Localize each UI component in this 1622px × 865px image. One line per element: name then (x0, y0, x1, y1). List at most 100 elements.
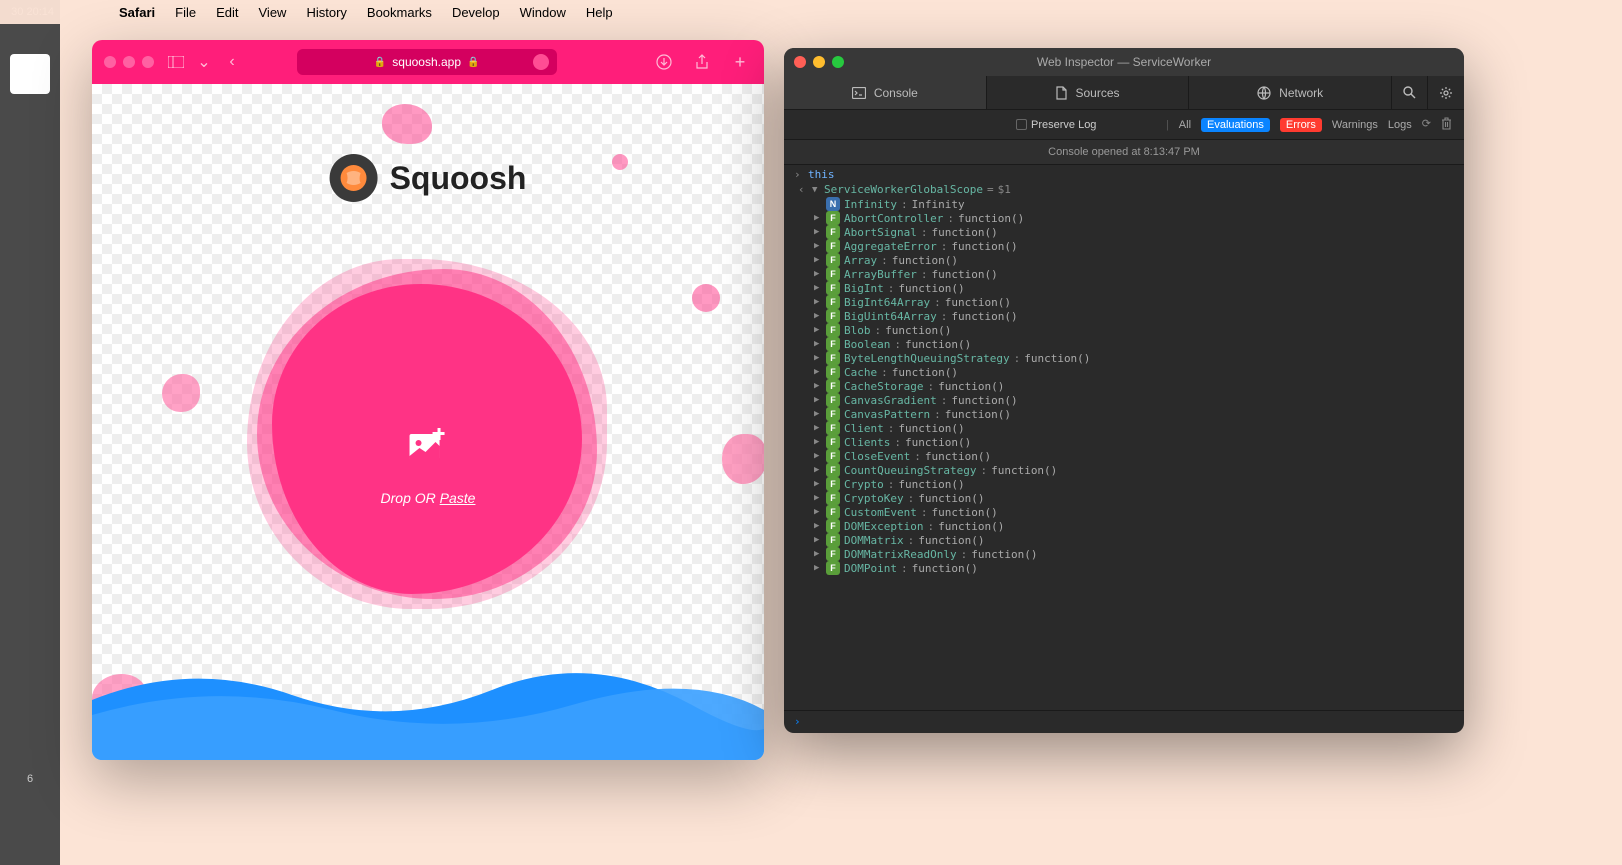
traffic-zoom[interactable] (832, 56, 844, 68)
traffic-close[interactable] (794, 56, 806, 68)
object-property[interactable]: NInfinity: Infinity (784, 197, 1464, 211)
share-icon[interactable] (690, 50, 714, 74)
object-property[interactable]: ▶FCustomEvent: function() (784, 505, 1464, 519)
object-property[interactable]: ▶FDOMMatrixReadOnly: function() (784, 547, 1464, 561)
disclosure-triangle-icon[interactable]: ▶ (814, 353, 822, 363)
object-property[interactable]: ▶FCache: function() (784, 365, 1464, 379)
console-prompt[interactable]: › (784, 710, 1464, 732)
chevron-down-icon[interactable]: ⌄ (198, 50, 210, 74)
traffic-zoom[interactable] (142, 56, 154, 68)
prop-name: AbortController (844, 212, 943, 225)
filter-logs[interactable]: Logs (1388, 119, 1412, 131)
disclosure-triangle-icon[interactable]: ▶ (814, 479, 822, 489)
download-icon[interactable] (652, 50, 676, 74)
object-property[interactable]: ▶FBigUint64Array: function() (784, 309, 1464, 323)
disclosure-triangle-icon[interactable]: ▶ (814, 493, 822, 503)
object-property[interactable]: ▶FAbortController: function() (784, 211, 1464, 225)
object-property[interactable]: ▶FCanvasGradient: function() (784, 393, 1464, 407)
disclosure-triangle-icon[interactable]: ▶ (814, 213, 822, 223)
disclosure-triangle-icon[interactable]: ▶ (814, 283, 822, 293)
disclosure-triangle-icon[interactable]: ▶ (814, 465, 822, 475)
object-property[interactable]: ▶FAbortSignal: function() (784, 225, 1464, 239)
preserve-log-checkbox[interactable]: Preserve Log (1016, 119, 1096, 131)
object-property[interactable]: ▶FArray: function() (784, 253, 1464, 267)
disclosure-triangle-icon[interactable]: ▶ (814, 325, 822, 335)
menu-help[interactable]: Help (586, 5, 613, 20)
object-property[interactable]: ▶FAggregateError: function() (784, 239, 1464, 253)
reload-icon[interactable]: ⟳ (1422, 117, 1431, 133)
filter-all[interactable]: All (1179, 119, 1191, 131)
disclosure-triangle-icon[interactable]: ▶ (814, 423, 822, 433)
menu-bookmarks[interactable]: Bookmarks (367, 5, 432, 20)
bubble-icon[interactable] (533, 54, 549, 70)
disclosure-triangle-icon[interactable]: ▶ (814, 563, 822, 573)
drop-content[interactable]: Drop OR Paste (381, 424, 476, 506)
new-tab-icon[interactable]: + (728, 50, 752, 74)
menu-window[interactable]: Window (520, 5, 566, 20)
search-icon[interactable] (1392, 76, 1428, 109)
disclosure-triangle-icon[interactable]: ▶ (814, 367, 822, 377)
menu-edit[interactable]: Edit (216, 5, 238, 20)
object-property[interactable]: ▶FCanvasPattern: function() (784, 407, 1464, 421)
disclosure-triangle-icon[interactable]: ▶ (814, 437, 822, 447)
disclosure-triangle-icon[interactable]: ▶ (814, 535, 822, 545)
disclosure-triangle-icon[interactable]: ▶ (814, 451, 822, 461)
back-icon[interactable]: ‹ (220, 50, 244, 74)
disclosure-triangle-icon[interactable]: ▶ (814, 395, 822, 405)
object-property[interactable]: ▶FCrypto: function() (784, 477, 1464, 491)
disclosure-triangle-icon[interactable]: ▶ (814, 381, 822, 391)
filter-warnings[interactable]: Warnings (1332, 119, 1378, 131)
object-property[interactable]: ▶FDOMMatrix: function() (784, 533, 1464, 547)
object-property[interactable]: ▶FArrayBuffer: function() (784, 267, 1464, 281)
object-property[interactable]: ▶FCryptoKey: function() (784, 491, 1464, 505)
sidebar-icon[interactable] (164, 50, 188, 74)
menubar-app[interactable]: Safari (119, 5, 155, 20)
disclosure-triangle-icon[interactable]: ▶ (814, 297, 822, 307)
object-property[interactable]: ▶FCacheStorage: function() (784, 379, 1464, 393)
disclosure-triangle-icon[interactable]: ▶ (814, 311, 822, 321)
menu-view[interactable]: View (259, 5, 287, 20)
disclosure-triangle-icon[interactable]: ▶ (814, 409, 822, 419)
disclosure-triangle-icon[interactable]: ▶ (814, 255, 822, 265)
object-property[interactable]: ▶FDOMException: function() (784, 519, 1464, 533)
traffic-minimize[interactable] (123, 56, 135, 68)
filter-evaluations[interactable]: Evaluations (1201, 118, 1270, 132)
object-property[interactable]: ▶FDOMPoint: function() (784, 561, 1464, 575)
object-property[interactable]: ▶FBigInt64Array: function() (784, 295, 1464, 309)
disclosure-triangle-icon[interactable]: ▶ (814, 549, 822, 559)
object-property[interactable]: ▶FCountQueuingStrategy: function() (784, 463, 1464, 477)
tab-console[interactable]: Console (784, 76, 987, 109)
console-result-line[interactable]: ‹ ▼ ServiceWorkerGlobalScope = $1 (784, 182, 1464, 197)
disclosure-triangle-icon[interactable]: ▶ (814, 521, 822, 531)
menu-history[interactable]: History (306, 5, 346, 20)
disclosure-triangle-icon[interactable]: ▶ (814, 269, 822, 279)
tab-network[interactable]: Network (1189, 76, 1392, 109)
disclosure-triangle-icon[interactable]: ▶ (814, 339, 822, 349)
disclosure-triangle-icon[interactable]: ▶ (814, 507, 822, 517)
object-property[interactable]: ▶FBlob: function() (784, 323, 1464, 337)
traffic-minimize[interactable] (813, 56, 825, 68)
dock-thumb[interactable] (10, 54, 50, 94)
disclosure-triangle-icon[interactable]: ▶ (814, 241, 822, 251)
trash-icon[interactable] (1441, 117, 1452, 133)
object-property[interactable]: ▶FClients: function() (784, 435, 1464, 449)
gear-icon[interactable] (1428, 76, 1464, 109)
safari-traffic-lights[interactable] (104, 56, 154, 68)
filter-errors[interactable]: Errors (1280, 118, 1322, 132)
traffic-close[interactable] (104, 56, 116, 68)
disclosure-triangle-icon[interactable]: ▶ (814, 227, 822, 237)
object-property[interactable]: ▶FByteLengthQueuingStrategy: function() (784, 351, 1464, 365)
object-property[interactable]: ▶FBoolean: function() (784, 337, 1464, 351)
console-output[interactable]: › this ‹ ▼ ServiceWorkerGlobalScope = $1… (784, 165, 1464, 710)
url-bar[interactable]: 🔒 squoosh.app 🔒 (297, 49, 557, 75)
paste-link[interactable]: Paste (440, 490, 476, 506)
type-badge-icon: F (826, 435, 840, 449)
object-property[interactable]: ▶FCloseEvent: function() (784, 449, 1464, 463)
prop-value: function() (905, 338, 971, 351)
object-property[interactable]: ▶FClient: function() (784, 421, 1464, 435)
object-property[interactable]: ▶FBigInt: function() (784, 281, 1464, 295)
menu-file[interactable]: File (175, 5, 196, 20)
tab-sources[interactable]: Sources (987, 76, 1190, 109)
disclosure-triangle-icon[interactable]: ▼ (812, 185, 820, 195)
menu-develop[interactable]: Develop (452, 5, 500, 20)
